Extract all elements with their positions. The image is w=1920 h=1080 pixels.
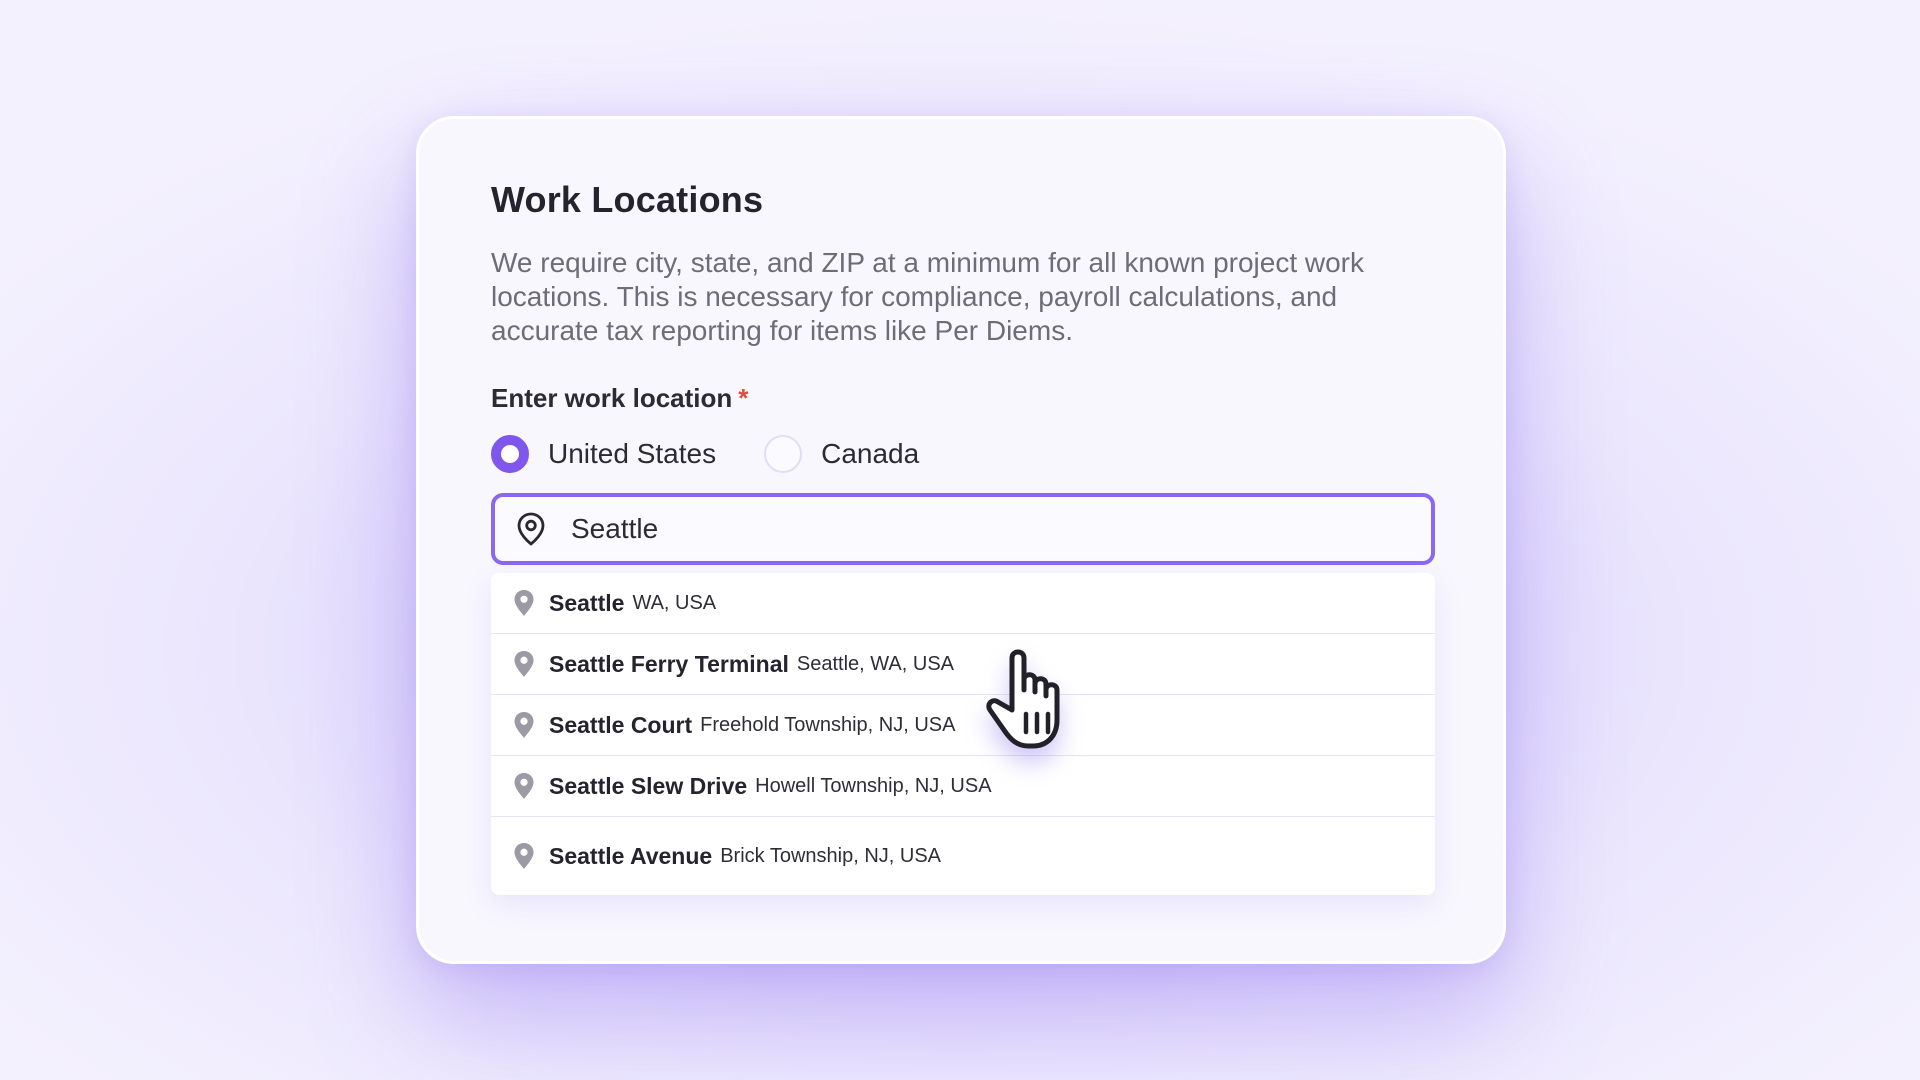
location-suggestions-list: Seattle WA, USA Seattle Ferry Terminal S… [491,573,1435,895]
suggestion-item[interactable]: Seattle Court Freehold Township, NJ, USA [491,695,1435,756]
suggestion-name: Seattle Slew Drive [549,772,748,799]
work-location-label-text: Enter work location [491,383,733,413]
location-pin-icon [514,590,534,616]
suggestion-item[interactable]: Seattle Ferry Terminal Seattle, WA, USA [491,634,1435,695]
suggestion-name: Seattle Avenue [549,842,713,869]
work-locations-card: Work Locations We require city, state, a… [416,116,1506,964]
radio-united-states-circle[interactable] [491,435,529,473]
suggestion-detail: Howell Township, NJ, USA [755,774,992,797]
work-location-label: Enter work location * [491,383,748,414]
country-radio-group: United States Canada [491,435,967,473]
page-title: Work Locations [491,179,764,220]
radio-canada-label[interactable]: Canada [821,438,919,470]
suggestion-item[interactable]: Seattle Avenue Brick Township, NJ, USA [491,817,1435,895]
hand-pointer-icon [986,649,1060,749]
description-text: We require city, state, and ZIP at a min… [491,247,1365,346]
location-pin-icon [514,843,534,869]
suggestion-detail: Freehold Township, NJ, USA [700,713,956,736]
required-marker: * [738,383,749,413]
suggestion-detail: Seattle, WA, USA [796,652,954,675]
suggestion-detail: WA, USA [632,591,717,614]
suggestion-detail: Brick Township, NJ, USA [720,844,942,867]
suggestion-name: Seattle Court [549,711,693,738]
radio-canada-circle[interactable] [764,435,803,473]
suggestion-item[interactable]: Seattle Slew Drive Howell Township, NJ, … [491,756,1435,817]
map-pin-icon [517,512,545,546]
suggestion-item[interactable]: Seattle WA, USA [491,573,1435,634]
location-pin-icon [514,712,534,738]
suggestion-name: Seattle [549,589,625,616]
suggestion-name: Seattle Ferry Terminal [549,650,789,677]
location-pin-icon [514,651,534,677]
location-search-input[interactable] [571,513,1391,545]
radio-united-states[interactable]: United States [491,435,716,473]
location-pin-icon [514,773,534,799]
radio-united-states-label[interactable]: United States [548,438,716,470]
location-search-field[interactable] [491,493,1435,565]
radio-canada[interactable]: Canada [764,435,919,473]
